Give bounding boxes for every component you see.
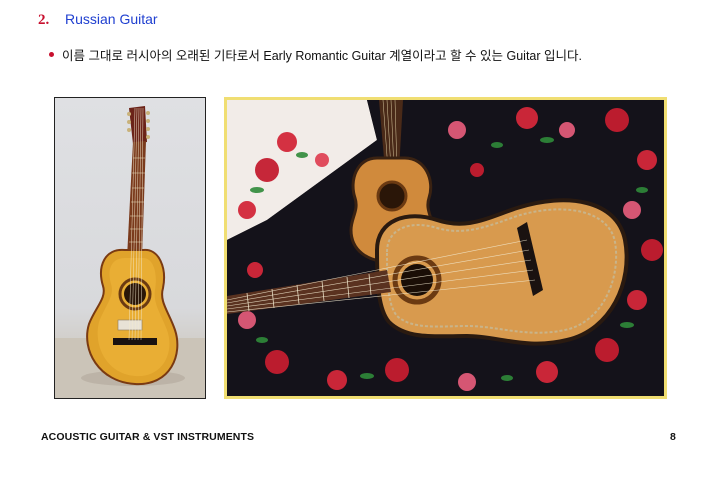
bullet-dot-icon [49,52,54,57]
section-title: Russian Guitar [65,11,158,27]
bullet-item: 이름 그대로 러시아의 오래된 기타로서 Early Romantic Guit… [49,45,582,64]
russian-guitar-illustration [55,106,205,398]
footer-title: ACOUSTIC GUITAR & VST INSTRUMENTS [41,431,255,443]
bullet-text: 이름 그대로 러시아의 오래된 기타로서 Early Romantic Guit… [62,49,582,63]
page-number: 8 [670,431,676,443]
guitars-on-shawl-illustration [227,100,664,396]
guitar-photo-left [54,97,206,399]
section-heading: 2. Russian Guitar [38,11,158,29]
section-number: 2. [38,12,50,28]
guitar-photo-right [224,97,667,399]
